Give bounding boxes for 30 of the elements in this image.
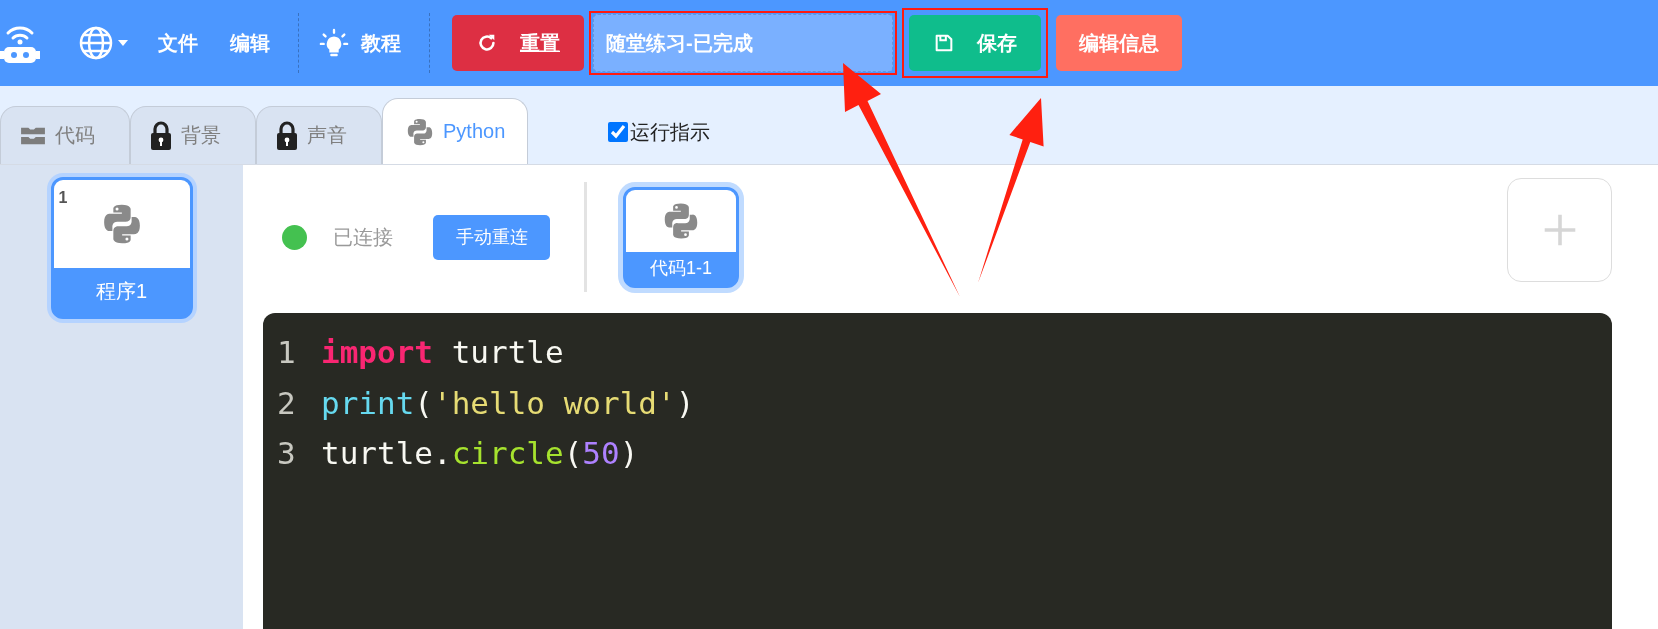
code-line: print('hello world') [321, 384, 695, 421]
save-button[interactable]: 保存 [909, 15, 1041, 71]
project-title-field[interactable]: 随堂练习-已完成 [593, 14, 893, 72]
code-line: import turtle [321, 334, 564, 371]
tab[interactable]: Python [382, 98, 529, 164]
tab[interactable]: 代码 [0, 106, 130, 164]
program-name: 程序1 [94, 279, 149, 304]
python-logo-icon [405, 116, 435, 147]
tab[interactable]: 背景 [130, 106, 256, 164]
run-hint-checkbox[interactable] [608, 122, 629, 142]
reconnect-button[interactable]: 手动重连 [433, 214, 550, 260]
menu-item[interactable]: 文件 [148, 29, 220, 57]
line-number: 1 [277, 334, 297, 371]
code-editor[interactable]: 1 import turtle 2 print('hello world') 3 turtle.circle(50) [263, 313, 1612, 629]
lock-icon [149, 120, 173, 151]
program-number: 1 [58, 189, 68, 207]
menu-item[interactable]: 编辑 [220, 29, 292, 57]
edit-info-button[interactable]: 编辑信息 [1056, 15, 1182, 71]
reload-icon [476, 32, 498, 54]
lightbulb-icon [319, 28, 349, 58]
tab[interactable]: 声音 [256, 106, 382, 164]
line-number: 3 [277, 435, 297, 472]
reset-button[interactable]: 重置 [452, 15, 584, 71]
code-line: turtle.circle(50) [321, 435, 639, 472]
connection-status: 已连接 [333, 224, 393, 250]
checkbox-label: 运行指示 [630, 119, 711, 145]
tutorial-button[interactable]: 教程 [313, 28, 423, 58]
code-file-name: 代码1-1 [649, 256, 713, 280]
line-number: 2 [277, 384, 297, 421]
lock-icon [275, 120, 299, 151]
